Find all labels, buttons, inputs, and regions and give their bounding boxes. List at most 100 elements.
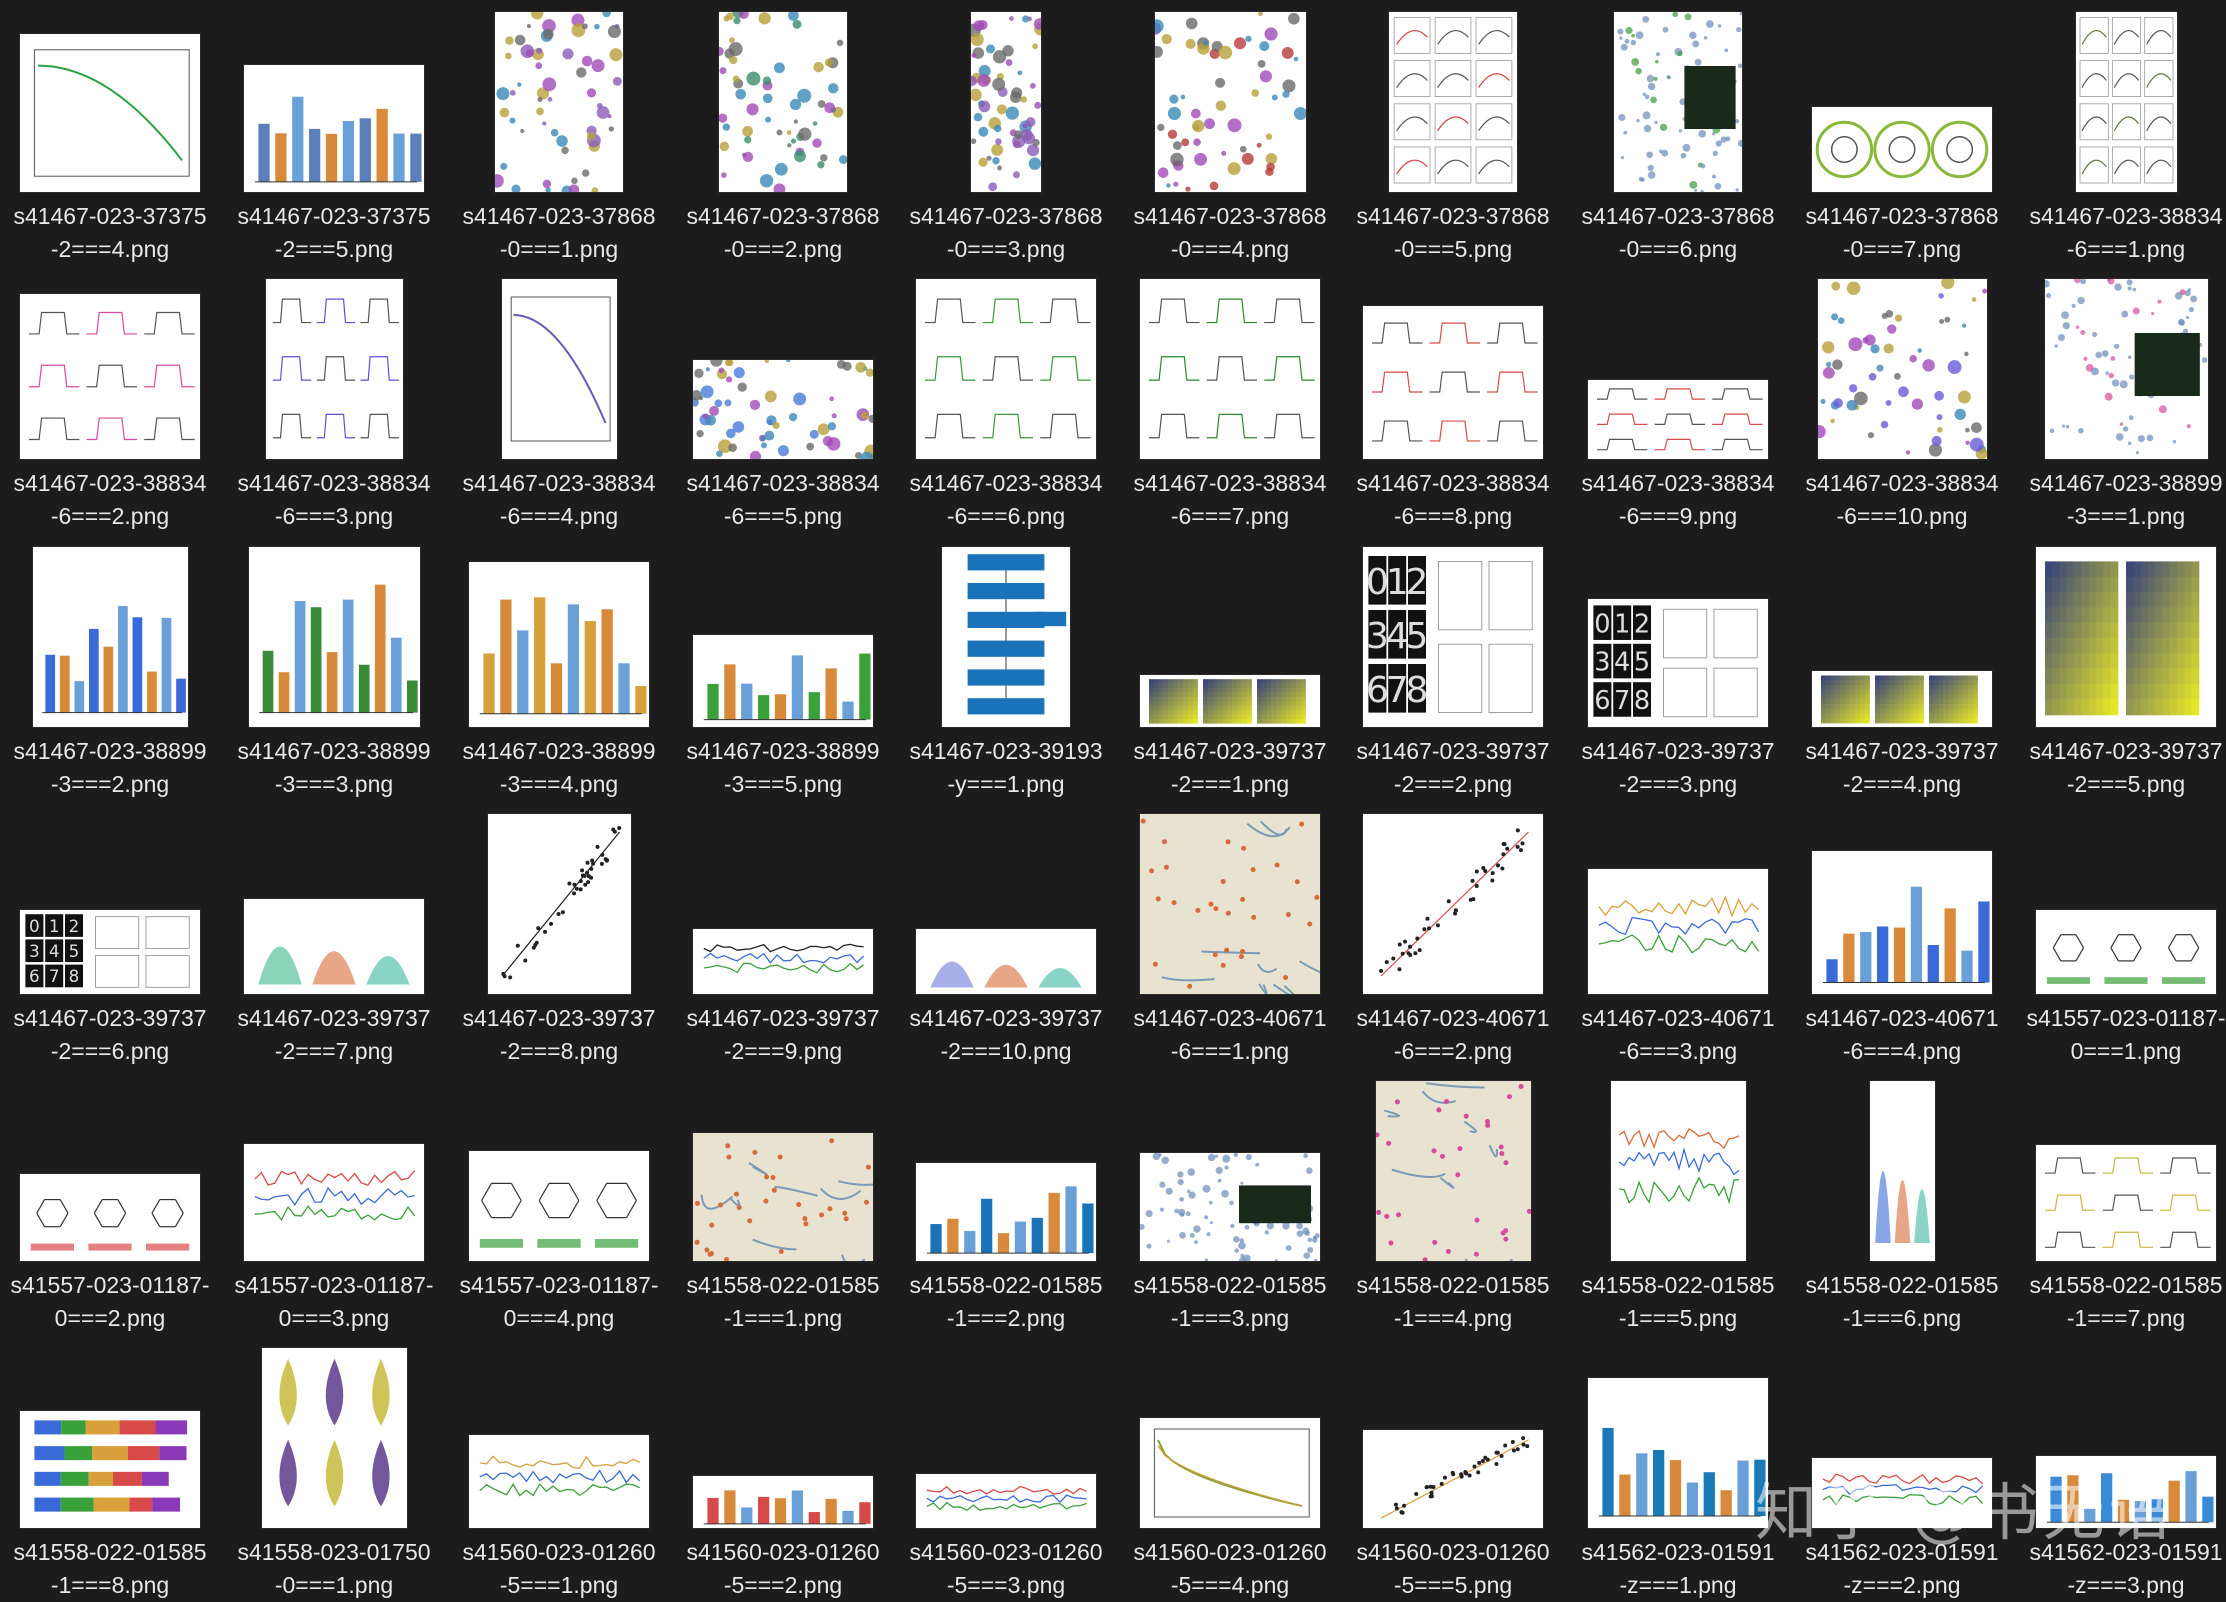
file-item[interactable]: s41467-023-40671-6===4.png (1802, 802, 2017, 1064)
file-item[interactable]: s41560-023-01260-5===4.png (1130, 1336, 1345, 1598)
file-thumbnail[interactable] (20, 294, 200, 459)
file-thumbnail[interactable] (719, 12, 847, 192)
file-item[interactable]: s41467-023-38834-6===7.png (1130, 267, 1345, 529)
file-name-label[interactable]: s41467-023-37868-0===3.png (906, 200, 1106, 266)
file-thumbnail[interactable] (248, 547, 420, 727)
file-thumbnail[interactable] (1812, 671, 1992, 727)
file-item[interactable]: s41467-023-38834-6===8.png (1353, 267, 1568, 529)
file-name-label[interactable]: s41467-023-37375-2===5.png (234, 200, 434, 266)
file-item[interactable]: s41467-023-39193-y===1.png (906, 535, 1121, 797)
file-thumbnail[interactable] (261, 1348, 407, 1528)
file-item[interactable]: s41557-023-01187-0===2.png (10, 1069, 225, 1331)
file-thumbnail[interactable] (2036, 910, 2216, 994)
file-item[interactable]: s41562-023-01591-z===1.png (1578, 1336, 1793, 1598)
file-item[interactable]: s41467-023-38899-3===3.png (234, 535, 449, 797)
file-name-label[interactable]: s41467-023-37868-0===2.png (683, 200, 883, 266)
file-thumbnail[interactable] (1869, 1081, 1935, 1261)
file-item[interactable]: s41558-022-01585-1===6.png (1802, 1069, 2017, 1331)
file-name-label[interactable]: s41467-023-38834-6===6.png (906, 467, 1106, 533)
file-name-label[interactable]: s41467-023-38899-3===4.png (459, 735, 659, 801)
file-name-label[interactable]: s41562-023-01591-z===2.png (1802, 1536, 2002, 1602)
file-name-label[interactable]: s41560-023-01260-5===5.png (1353, 1536, 1553, 1602)
file-item[interactable]: s41467-023-39737-2===10.png (906, 802, 1121, 1064)
file-item[interactable]: s41467-023-37868-0===6.png (1578, 0, 1793, 262)
file-name-label[interactable]: s41467-023-38834-6===2.png (10, 467, 210, 533)
file-name-label[interactable]: s41562-023-01591-z===3.png (2026, 1536, 2226, 1602)
file-name-label[interactable]: s41467-023-39737-2===10.png (906, 1002, 1106, 1068)
file-name-label[interactable]: s41467-023-38899-3===1.png (2026, 467, 2226, 533)
file-name-label[interactable]: s41562-023-01591-z===1.png (1578, 1536, 1778, 1602)
file-name-label[interactable]: s41467-023-39193-y===1.png (906, 735, 1106, 801)
file-thumbnail[interactable] (265, 279, 403, 459)
file-name-label[interactable]: s41558-022-01585-1===2.png (906, 1269, 1106, 1335)
file-name-label[interactable]: s41467-023-37868-0===1.png (459, 200, 659, 266)
file-item[interactable]: s41467-023-37375-2===4.png (10, 0, 225, 262)
file-name-label[interactable]: s41467-023-38834-6===8.png (1353, 467, 1553, 533)
file-name-label[interactable]: s41467-023-38834-6===1.png (2026, 200, 2226, 266)
file-thumbnail[interactable] (1140, 279, 1320, 459)
file-item[interactable]: s41467-023-39737-2===7.png (234, 802, 449, 1064)
file-thumbnail[interactable] (20, 1174, 200, 1261)
file-thumbnail[interactable] (1140, 1153, 1320, 1261)
file-name-label[interactable]: s41558-022-01585-1===4.png (1353, 1269, 1553, 1335)
file-item[interactable]: s41558-022-01585-1===3.png (1130, 1069, 1345, 1331)
file-item[interactable]: s41467-023-37868-0===5.png (1353, 0, 1568, 262)
file-item[interactable]: s41467-023-38834-6===6.png (906, 267, 1121, 529)
file-name-label[interactable]: s41558-023-01750-0===1.png (234, 1536, 434, 1602)
file-item[interactable]: s41467-023-38899-3===2.png (10, 535, 225, 797)
file-name-label[interactable]: s41467-023-38834-6===4.png (459, 467, 659, 533)
file-name-label[interactable]: s41557-023-01187-0===3.png (234, 1269, 434, 1335)
file-thumbnail[interactable] (1812, 1458, 1992, 1528)
file-item[interactable]: s41562-023-01591-z===2.png (1802, 1336, 2017, 1598)
file-thumbnail[interactable] (1610, 1081, 1746, 1261)
file-name-label[interactable]: s41467-023-39737-2===9.png (683, 1002, 883, 1068)
file-thumbnail[interactable]: 012345678 (1363, 547, 1543, 727)
file-name-label[interactable]: s41558-022-01585-1===8.png (10, 1536, 210, 1602)
file-name-label[interactable]: s41467-023-39737-2===2.png (1353, 735, 1553, 801)
file-thumbnail[interactable] (916, 1163, 1096, 1261)
file-thumbnail[interactable] (1363, 306, 1543, 459)
file-item[interactable]: s41560-023-01260-5===5.png (1353, 1336, 1568, 1598)
file-name-label[interactable]: s41467-023-37868-0===4.png (1130, 200, 1330, 266)
file-name-label[interactable]: s41467-023-38834-6===9.png (1578, 467, 1778, 533)
file-name-label[interactable]: s41467-023-37868-0===7.png (1802, 200, 2002, 266)
file-name-label[interactable]: s41467-023-37375-2===4.png (10, 200, 210, 266)
file-item[interactable]: s41560-023-01260-5===3.png (906, 1336, 1121, 1598)
file-thumbnail[interactable] (2036, 1456, 2216, 1528)
file-name-label[interactable]: s41558-022-01585-1===6.png (1802, 1269, 2002, 1335)
file-item[interactable]: s41467-023-37868-0===7.png (1802, 0, 2017, 262)
file-name-label[interactable]: s41467-023-37868-0===6.png (1578, 200, 1778, 266)
file-thumbnail[interactable] (1154, 12, 1306, 192)
file-thumbnail[interactable]: 012345678 (1588, 599, 1768, 727)
file-name-label[interactable]: s41557-023-01187-0===2.png (10, 1269, 210, 1335)
file-thumbnail[interactable] (693, 929, 873, 994)
file-name-label[interactable]: s41467-023-39737-2===1.png (1130, 735, 1330, 801)
file-item[interactable]: 0 1 2 3 4 5 6 7 8 s41467-023-39737-2===2.png (1353, 535, 1568, 797)
file-item[interactable]: s41557-023-01187-0===3.png (234, 1069, 449, 1331)
file-name-label[interactable]: s41467-023-39737-2===7.png (234, 1002, 434, 1068)
file-thumbnail[interactable] (1389, 12, 1517, 192)
file-thumbnail[interactable]: 012345678 (20, 910, 200, 994)
file-name-label[interactable]: s41558-022-01585-1===3.png (1130, 1269, 1330, 1335)
file-thumbnail[interactable] (1588, 869, 1768, 994)
file-thumbnail[interactable] (1817, 279, 1987, 459)
file-thumbnail[interactable] (20, 34, 200, 192)
file-item[interactable]: s41558-022-01585-1===2.png (906, 1069, 1121, 1331)
file-item[interactable]: s41558-022-01585-1===1.png (683, 1069, 898, 1331)
file-name-label[interactable]: s41467-023-38834-6===3.png (234, 467, 434, 533)
file-thumbnail[interactable] (2036, 547, 2216, 727)
file-item[interactable]: 0 1 2 3 4 5 6 7 8 s41467-023-39737-2===3.png (1578, 535, 1793, 797)
file-thumbnail[interactable] (244, 1144, 424, 1261)
file-thumbnail[interactable] (2036, 1145, 2216, 1261)
file-item[interactable]: s41467-023-37375-2===5.png (234, 0, 449, 262)
file-item[interactable]: s41557-023-01187-0===4.png (459, 1069, 674, 1331)
file-thumbnail[interactable] (32, 547, 188, 727)
file-thumbnail[interactable] (495, 12, 623, 192)
file-item[interactable]: s41467-023-38899-3===4.png (459, 535, 674, 797)
file-name-label[interactable]: s41558-022-01585-1===7.png (2026, 1269, 2226, 1335)
file-name-label[interactable]: s41467-023-38834-6===10.png (1802, 467, 2002, 533)
file-name-label[interactable]: s41467-023-38834-6===7.png (1130, 467, 1330, 533)
file-item[interactable]: s41467-023-40671-6===3.png (1578, 802, 1793, 1064)
file-name-label[interactable]: s41557-023-01187-0===4.png (459, 1269, 659, 1335)
file-thumbnail[interactable] (487, 814, 631, 994)
